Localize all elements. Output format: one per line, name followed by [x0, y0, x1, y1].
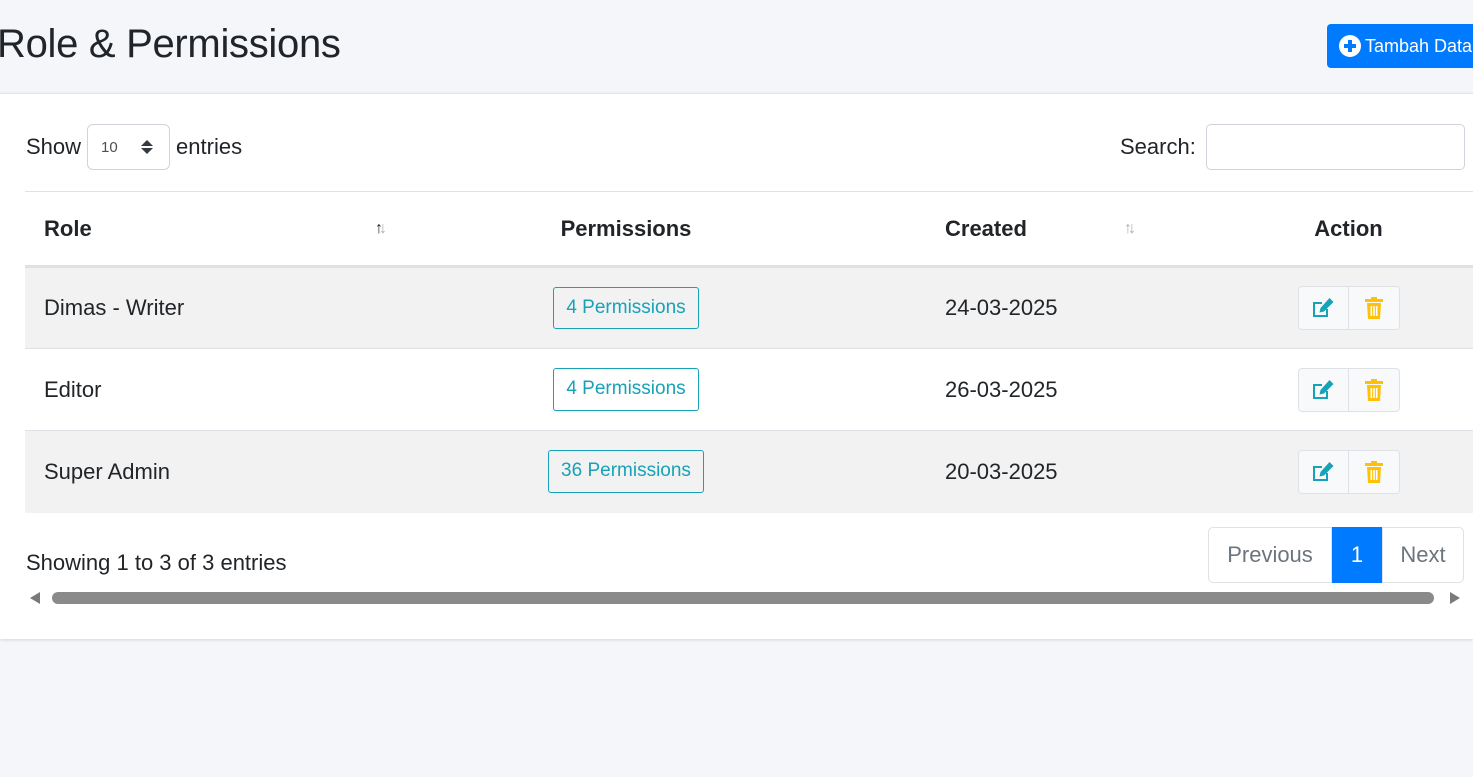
- created-cell: 26-03-2025: [852, 348, 1224, 431]
- permissions-badge[interactable]: 36 Permissions: [548, 450, 704, 494]
- show-label: Show: [26, 134, 82, 159]
- created-cell: 20-03-2025: [852, 430, 1224, 513]
- permissions-cell: 4 Permissions: [400, 266, 852, 349]
- permissions-badge[interactable]: 4 Permissions: [553, 368, 699, 411]
- action-cell: [1224, 430, 1473, 513]
- scroll-left-arrow-icon[interactable]: [30, 592, 40, 604]
- page-1-button[interactable]: 1: [1332, 527, 1382, 583]
- edit-button[interactable]: [1297, 449, 1349, 494]
- edit-icon: [1313, 298, 1334, 317]
- page-title: Role & Permissions: [0, 22, 341, 66]
- pagination: Previous 1 Next: [1208, 527, 1464, 583]
- scroll-right-arrow-icon[interactable]: [1450, 592, 1460, 604]
- action-cell: [1224, 266, 1473, 349]
- horizontal-scrollbar[interactable]: [30, 590, 1460, 606]
- roles-card: Show 10 entries Search: Role ↑↓ Permissi…: [0, 93, 1473, 639]
- edit-button[interactable]: [1297, 367, 1349, 412]
- scrollbar-thumb[interactable]: [52, 592, 1434, 604]
- sort-asc-icon: ↑↓: [375, 220, 387, 237]
- action-buttons: [1297, 286, 1400, 330]
- page-length-control: Show 10 entries: [26, 124, 242, 170]
- add-data-label: Tambah Data: [1365, 35, 1473, 56]
- trash-icon: [1364, 297, 1383, 319]
- role-cell: Dimas - Writer: [25, 266, 400, 349]
- action-buttons: [1297, 367, 1400, 412]
- roles-table: Role ↑↓ Permissions Created ↑↓ Action Di…: [25, 191, 1473, 513]
- permissions-badge[interactable]: 4 Permissions: [553, 286, 699, 330]
- action-buttons: [1297, 449, 1400, 494]
- select-arrows-icon: [141, 140, 154, 154]
- role-cell: Editor: [25, 348, 400, 431]
- table-header-row: Role ↑↓ Permissions Created ↑↓ Action: [25, 191, 1473, 268]
- trash-icon: [1364, 378, 1383, 401]
- delete-button[interactable]: [1348, 286, 1400, 330]
- previous-page-button[interactable]: Previous: [1208, 527, 1332, 583]
- trash-icon: [1364, 460, 1383, 483]
- search-control: Search:: [1120, 124, 1465, 170]
- column-header-action: Action: [1224, 191, 1473, 268]
- edit-icon: [1313, 461, 1334, 481]
- search-input[interactable]: [1205, 124, 1465, 170]
- page-length-select[interactable]: 10: [87, 124, 171, 170]
- search-label: Search:: [1120, 134, 1196, 159]
- permissions-cell: 36 Permissions: [400, 430, 852, 513]
- table-row: Super Admin 36 Permissions 20-03-2025: [25, 430, 1473, 513]
- table-row: Editor 4 Permissions 26-03-2025: [25, 348, 1473, 431]
- delete-button[interactable]: [1348, 449, 1400, 494]
- column-header-created[interactable]: Created ↑↓: [852, 191, 1224, 268]
- permissions-cell: 4 Permissions: [400, 348, 852, 431]
- entries-label: entries: [176, 134, 243, 159]
- next-page-button[interactable]: Next: [1382, 527, 1464, 583]
- plus-circle-icon: [1339, 35, 1361, 57]
- table-info: Showing 1 to 3 of 3 entries: [26, 550, 287, 575]
- edit-button[interactable]: [1297, 286, 1349, 330]
- add-data-button[interactable]: Tambah Data: [1327, 24, 1473, 68]
- column-header-permissions: Permissions: [400, 191, 852, 268]
- role-cell: Super Admin: [25, 430, 400, 513]
- page-length-value: 10: [101, 138, 118, 156]
- edit-icon: [1313, 379, 1334, 399]
- created-cell: 24-03-2025: [852, 266, 1224, 349]
- delete-button[interactable]: [1348, 367, 1400, 412]
- action-cell: [1224, 348, 1473, 431]
- table-row: Dimas - Writer 4 Permissions 24-03-2025: [25, 266, 1473, 349]
- column-header-role[interactable]: Role ↑↓: [25, 191, 400, 268]
- sort-icon: ↑↓: [1124, 220, 1136, 237]
